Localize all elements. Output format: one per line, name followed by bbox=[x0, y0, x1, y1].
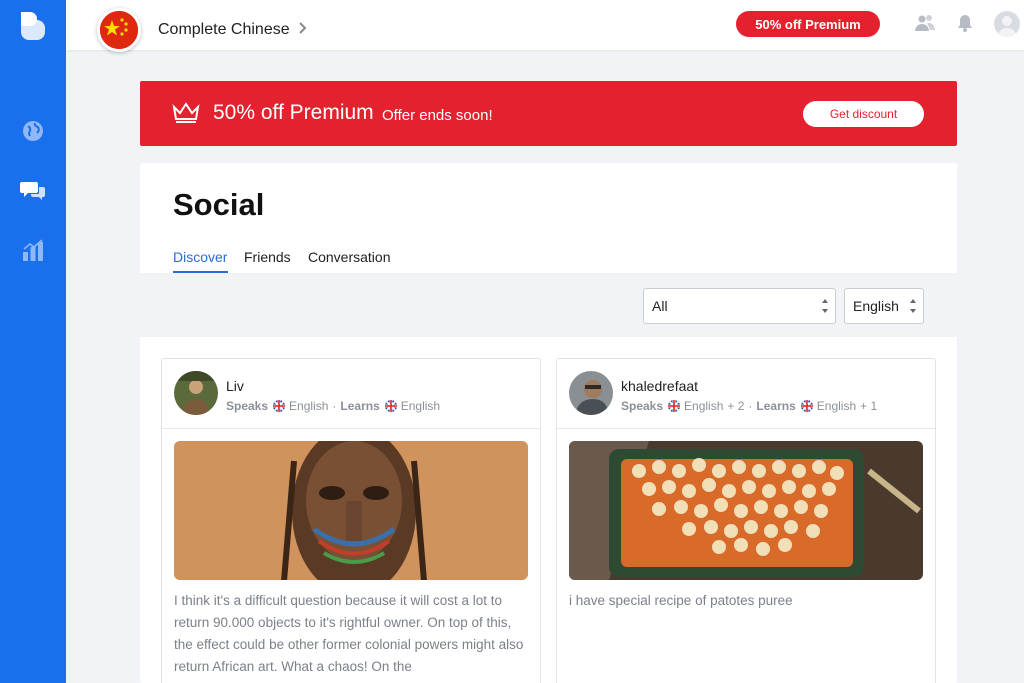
post-username[interactable]: khaledrefaat bbox=[621, 378, 698, 394]
divider bbox=[162, 428, 540, 429]
avatar[interactable] bbox=[569, 371, 613, 415]
learns-language: English bbox=[400, 399, 441, 413]
chat-icon[interactable] bbox=[20, 178, 46, 204]
language-info: Speaks English · Learns English bbox=[226, 399, 440, 413]
post-type-select[interactable]: All bbox=[643, 288, 836, 324]
learns-label: Learns bbox=[756, 399, 796, 413]
stats-icon[interactable] bbox=[20, 237, 46, 263]
user-avatar[interactable] bbox=[994, 11, 1020, 37]
meta-separator: · bbox=[332, 399, 337, 413]
post-text: i have special recipe of patotes puree bbox=[569, 593, 793, 608]
course-title[interactable]: Complete Chinese bbox=[158, 21, 290, 39]
tab-conversation[interactable]: Conversation bbox=[308, 249, 391, 265]
select-arrows-icon bbox=[822, 299, 828, 313]
post-type-value: All bbox=[652, 298, 668, 314]
crown-icon bbox=[172, 101, 200, 128]
tab-friends[interactable]: Friends bbox=[244, 249, 291, 265]
globe-icon[interactable] bbox=[20, 118, 46, 144]
premium-offer-button[interactable]: 50% off Premium bbox=[736, 11, 880, 37]
uk-flag-icon bbox=[384, 400, 397, 412]
uk-flag-icon bbox=[273, 400, 286, 412]
banner-title: 50% off Premium bbox=[213, 101, 374, 124]
social-panel: Social Discover Friends Conversation All… bbox=[140, 163, 957, 683]
post-card[interactable]: Liv Speaks English · Learns English I th… bbox=[161, 358, 541, 683]
page-title: Social bbox=[173, 187, 265, 222]
language-value: English bbox=[853, 298, 899, 314]
language-info: Speaks English + 2 · Learns English + 1 bbox=[621, 399, 877, 413]
speaks-language: English bbox=[684, 399, 724, 413]
course-flag-icon[interactable] bbox=[97, 8, 141, 52]
post-text: I think it's a difficult question becaus… bbox=[174, 593, 524, 674]
post-image[interactable] bbox=[174, 441, 528, 580]
premium-banner: 50% off Premium Offer ends soon! Get dis… bbox=[140, 81, 957, 146]
uk-flag-icon bbox=[668, 400, 681, 412]
bell-icon[interactable] bbox=[954, 12, 976, 34]
banner-subtitle: Offer ends soon! bbox=[382, 107, 493, 124]
filter-bar: All English bbox=[140, 273, 957, 337]
select-arrows-icon bbox=[910, 299, 916, 313]
uk-flag-icon bbox=[800, 400, 813, 412]
speaks-label: Speaks bbox=[621, 399, 664, 413]
learns-label: Learns bbox=[340, 399, 380, 413]
learns-extra-count: + 1 bbox=[860, 399, 878, 413]
tab-discover[interactable]: Discover bbox=[173, 249, 227, 265]
chevron-right-icon[interactable] bbox=[298, 21, 308, 40]
post-image[interactable] bbox=[569, 441, 923, 580]
post-username[interactable]: Liv bbox=[226, 378, 244, 394]
speaks-extra-count: + 2 bbox=[727, 399, 745, 413]
avatar[interactable] bbox=[174, 371, 218, 415]
meta-separator: · bbox=[748, 399, 753, 413]
post-card[interactable]: khaledrefaat Speaks English + 2 · Learns… bbox=[556, 358, 936, 683]
top-bar: Complete Chinese 50% off Premium bbox=[66, 0, 1024, 52]
get-discount-button[interactable]: Get discount bbox=[803, 101, 924, 127]
speaks-language: English bbox=[289, 399, 329, 413]
learns-language: English bbox=[816, 399, 857, 413]
app-logo-icon[interactable] bbox=[18, 10, 48, 42]
speaks-label: Speaks bbox=[226, 399, 269, 413]
divider bbox=[557, 428, 935, 429]
language-select[interactable]: English bbox=[844, 288, 924, 324]
sidebar bbox=[0, 0, 66, 683]
friends-icon[interactable] bbox=[914, 12, 936, 34]
